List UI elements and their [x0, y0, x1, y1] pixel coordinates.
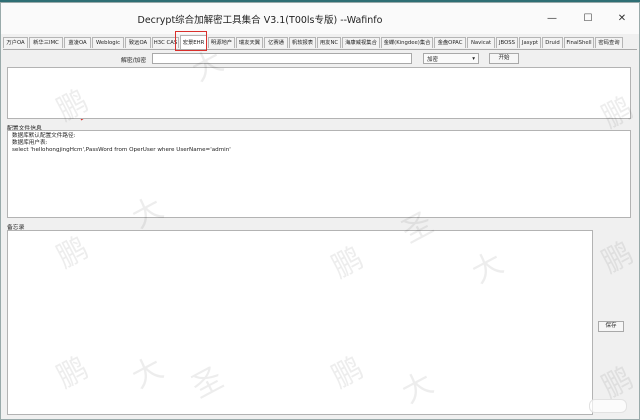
- config-line-table: 数据库用户表:: [12, 140, 48, 146]
- tab-hikvision[interactable]: 海康威视集合: [342, 37, 380, 48]
- tab-jboss[interactable]: JBOSS: [496, 37, 518, 48]
- window-title: Decrypt综合加解密工具集合 V3.1(T00ls专版) --Wafinfo: [137, 15, 383, 26]
- tab-weblogic[interactable]: Weblogic: [92, 37, 124, 48]
- config-info-textarea[interactable]: 数据库默认配置文件路径: 数据库用户表: select 'hellohongji…: [7, 130, 631, 218]
- tab-jinpan-opac[interactable]: 金盘OPAC: [434, 37, 466, 48]
- tab-wanhu-oa[interactable]: 万户OA: [3, 37, 28, 48]
- tab-yonyou-nc[interactable]: 用友NC: [317, 37, 341, 48]
- mode-select[interactable]: 加密 ▾: [423, 53, 479, 64]
- tab-jasypt[interactable]: Jasypt: [519, 37, 541, 48]
- tab-bar: 万户OA 新华三IMC 蓝凌OA Weblogic 致远OA H3C CAS 宏…: [3, 35, 637, 50]
- tab-h3c-imc[interactable]: 新华三IMC: [29, 37, 63, 48]
- close-button[interactable]: ✕: [611, 9, 633, 27]
- config-line-path: 数据库默认配置文件路径:: [12, 133, 76, 139]
- output-textarea[interactable]: [7, 67, 631, 119]
- tab-landray-oa[interactable]: 蓝凌OA: [64, 37, 91, 48]
- watermark-char: 鹏: [596, 235, 640, 281]
- maximize-button[interactable]: ☐: [577, 9, 599, 27]
- active-tab-highlight: [175, 31, 207, 51]
- memo-textarea[interactable]: [7, 230, 593, 415]
- tab-ruiyou[interactable]: 瑞友天翼: [236, 37, 263, 48]
- save-button[interactable]: 保存: [598, 321, 624, 332]
- tab-finalshell[interactable]: FinalShell: [564, 37, 594, 48]
- config-line-sql: select 'hellohongjingHcm',PassWord from …: [12, 147, 231, 153]
- crypto-field-label: 解密/加密: [121, 58, 147, 64]
- mode-select-value: 加密: [427, 56, 439, 63]
- tab-seeyon-oa[interactable]: 致远OA: [125, 37, 151, 48]
- corner-badge: [589, 399, 627, 413]
- chevron-down-icon: ▾: [472, 55, 475, 62]
- tab-yisaitong[interactable]: 亿赛通: [264, 37, 288, 48]
- tab-fanruan[interactable]: 帆软报表: [289, 37, 316, 48]
- tab-mingyuan[interactable]: 明源地产: [208, 37, 235, 48]
- tab-navicat[interactable]: Navicat: [467, 37, 495, 48]
- start-button[interactable]: 开始: [489, 53, 519, 64]
- crypto-input[interactable]: [152, 53, 412, 64]
- title-bar: Decrypt综合加解密工具集合 V3.1(T00ls专版) --Wafinfo…: [1, 3, 639, 34]
- tab-password-query[interactable]: 密码查询: [595, 37, 623, 48]
- tab-kingdee[interactable]: 金蝶(Kingdee)集合: [381, 37, 433, 48]
- minimize-button[interactable]: —: [541, 9, 563, 27]
- app-window: Decrypt综合加解密工具集合 V3.1(T00ls专版) --Wafinfo…: [0, 2, 640, 420]
- tab-druid[interactable]: Druid: [542, 37, 563, 48]
